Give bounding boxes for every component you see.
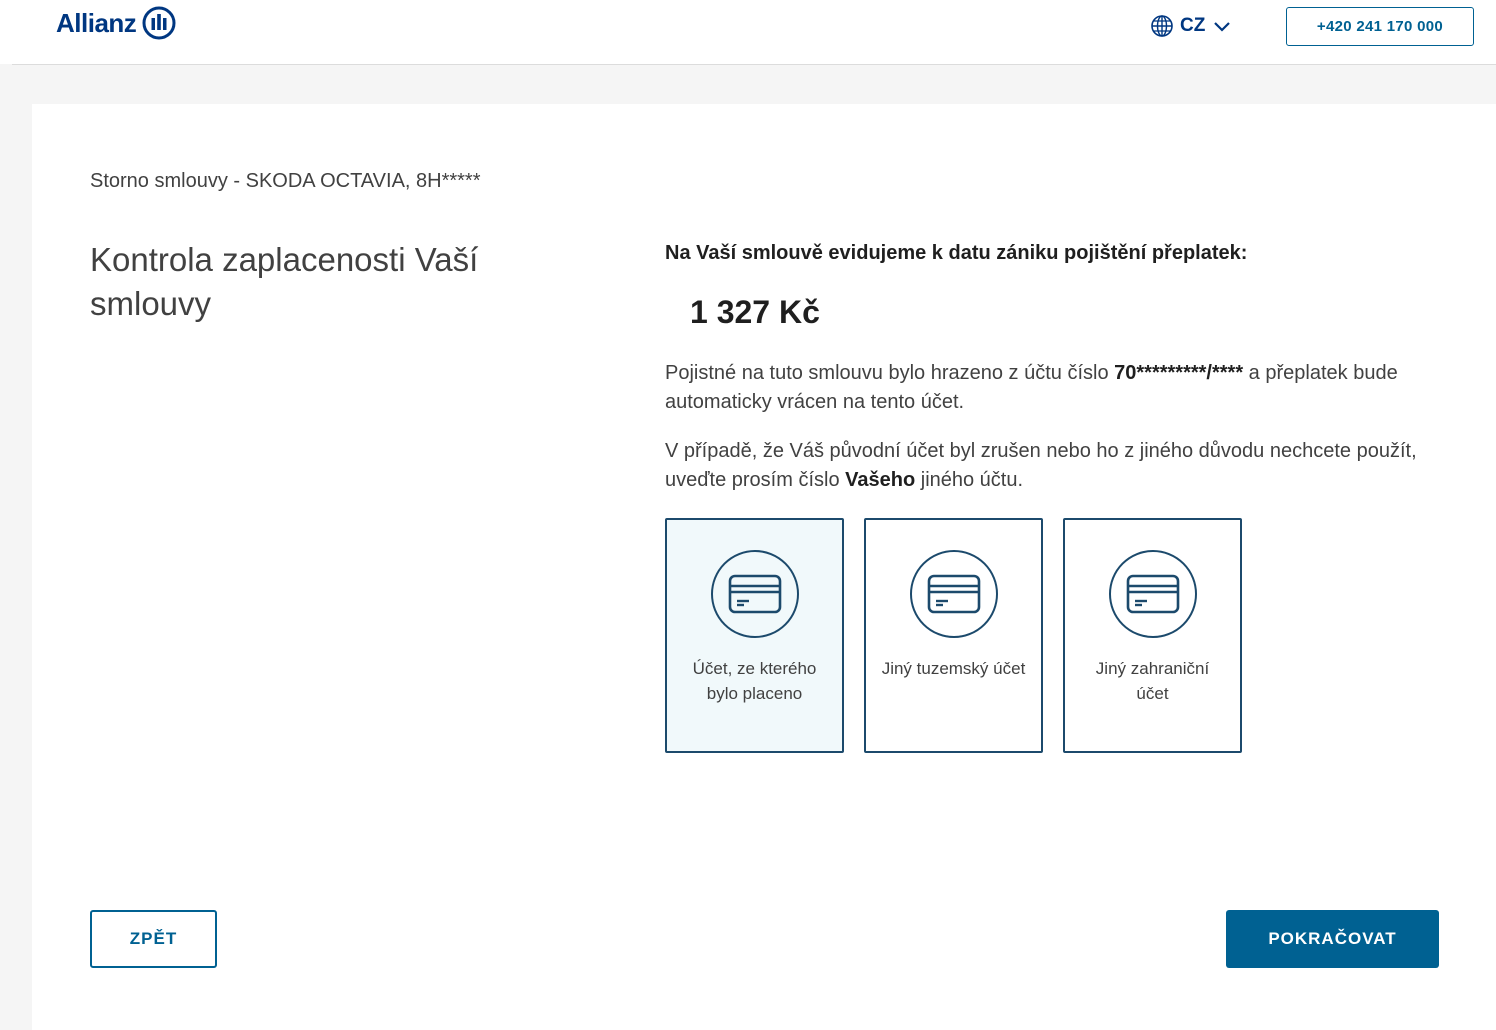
page-title: Kontrola zaplacenosti Vaší smlouvy [90, 241, 479, 322]
option-paid-account[interactable]: Účet, ze kterého bylo placeno [665, 518, 844, 753]
chevron-down-icon [1214, 22, 1231, 32]
back-button[interactable]: ZPĚT [90, 910, 217, 968]
masked-account-number: 70*********/**** [1114, 362, 1244, 384]
option-label: Účet, ze kterého bylo placeno [692, 659, 817, 703]
paragraph2-bold: Vašeho [845, 469, 916, 491]
main-card: Storno smlouvy - SKODA OCTAVIA, 8H***** … [32, 104, 1496, 1030]
language-selector[interactable]: CZ [1150, 12, 1233, 40]
paragraph2-text-before: V případě, že Váš původní účet byl zruše… [665, 440, 1417, 491]
paragraph1-text-before: Pojistné na tuto smlouvu bylo hrazeno z … [665, 362, 1115, 384]
language-label: CZ [1180, 15, 1206, 36]
credit-card-icon [927, 574, 980, 614]
globe-icon [1151, 15, 1173, 37]
allianz-logo[interactable]: Allianz [56, 6, 176, 40]
option-foreign-account[interactable]: Jiný zahraniční účet [1063, 518, 1242, 753]
logo-text: Allianz [56, 7, 137, 38]
breadcrumb: Storno smlouvy - SKODA OCTAVIA, 8H***** [90, 170, 481, 192]
original-account-paragraph: Pojistné na tuto smlouvu bylo hrazeno z … [665, 359, 1465, 417]
option-domestic-account[interactable]: Jiný tuzemský účet [864, 518, 1043, 753]
phone-button[interactable]: +420 241 170 000 [1286, 7, 1474, 46]
overpayment-heading: Na Vaší smlouvě evidujeme k datu zániku … [665, 242, 1248, 264]
option-icon-circle [710, 550, 799, 638]
header-divider [12, 64, 1496, 65]
option-icon-circle [1108, 550, 1197, 638]
continue-button[interactable]: POKRAČOVAT [1226, 910, 1439, 968]
other-account-paragraph: V případě, že Váš původní účet byl zruše… [665, 437, 1465, 495]
account-options: Účet, ze kterého bylo placeno Jiný tuzem… [665, 518, 1242, 753]
top-header: Allianz CZ +420 241 170 000 [0, 0, 1496, 64]
option-label: Jiný tuzemský účet [881, 659, 1026, 678]
allianz-eagle-icon [142, 6, 176, 40]
paragraph2-text-after: jiného účtu. [915, 469, 1024, 491]
credit-card-icon [1126, 574, 1179, 614]
overpayment-amount: 1 327 Kč [690, 294, 820, 330]
overpayment-section: Na Vaší smlouvě evidujeme k datu zániku … [665, 240, 1465, 495]
option-icon-circle [909, 550, 998, 638]
option-label: Jiný zahraniční účet [1095, 659, 1210, 703]
credit-card-icon [728, 574, 781, 614]
